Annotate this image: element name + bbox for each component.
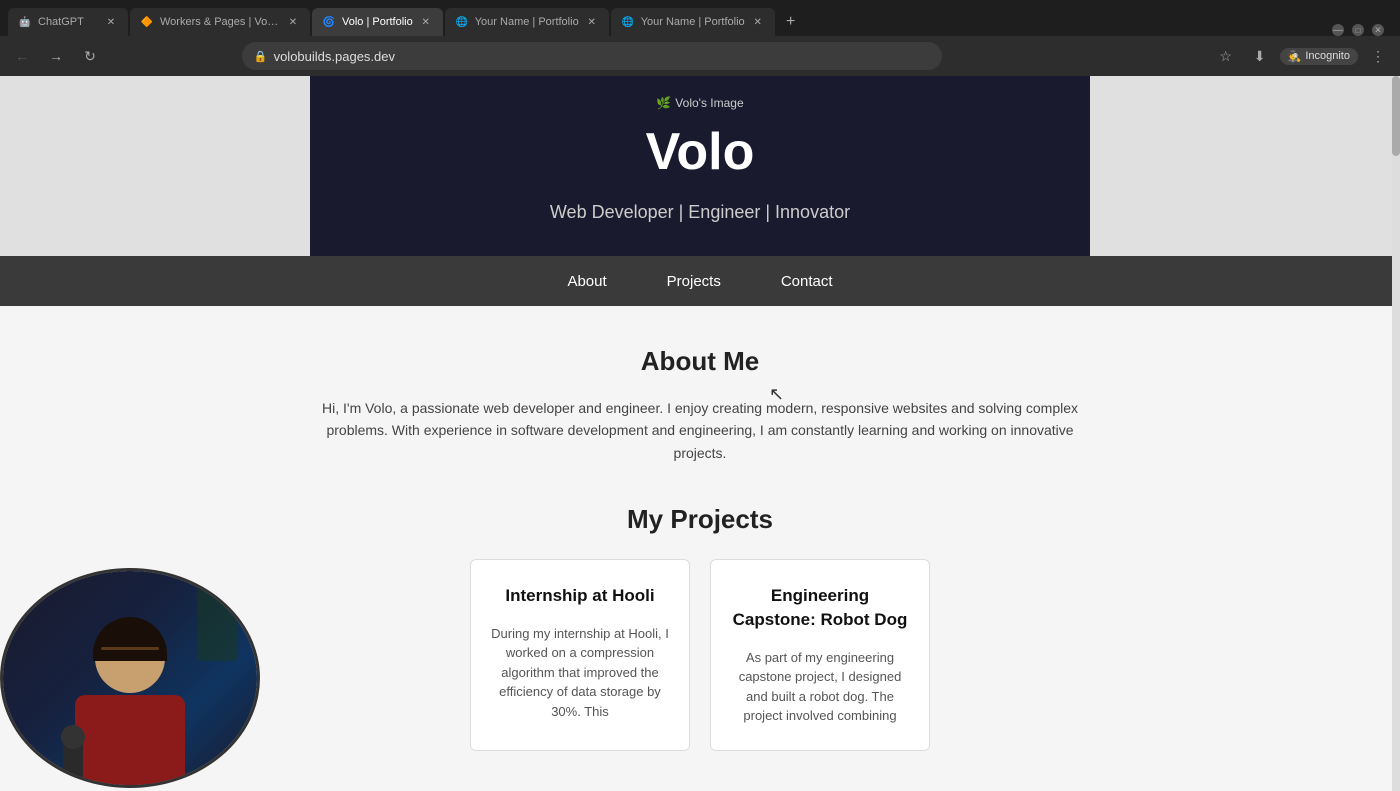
video-feed — [3, 571, 257, 785]
project-card-robot-dog: Engineering Capstone: Robot Dog As part … — [710, 559, 930, 751]
tab-chatgpt[interactable]: 🤖 ChatGPT ✕ — [8, 8, 128, 36]
incognito-indicator: 🕵 Incognito — [1280, 48, 1358, 65]
microphone — [63, 735, 83, 785]
tab-yourname1-close[interactable]: ✕ — [585, 15, 599, 29]
bg-plant — [197, 581, 237, 661]
hero-image-label: 🌿 Volo's Image — [656, 96, 743, 110]
project-hooli-title: Internship at Hooli — [491, 584, 669, 608]
tab-your-name-1[interactable]: 🌐 Your Name | Portfolio ✕ — [445, 8, 609, 36]
forward-button[interactable]: → — [42, 42, 70, 70]
yourname2-favicon: 🌐 — [621, 15, 635, 29]
address-bar: ← → ↻ 🔒 volobuilds.pages.dev ☆ ⬇ 🕵 Incog… — [0, 36, 1400, 76]
incognito-label: Incognito — [1305, 50, 1350, 62]
project-robot-title: Engineering Capstone: Robot Dog — [731, 584, 909, 632]
tab-workers-close[interactable]: ✕ — [286, 15, 300, 29]
tab-bar: 🤖 ChatGPT ✕ 🔶 Workers & Pages | Volobuil… — [0, 0, 1400, 36]
scrollbar-thumb[interactable] — [1392, 76, 1400, 156]
about-title: About Me — [320, 346, 1080, 377]
tab-yourname2-close[interactable]: ✕ — [751, 15, 765, 29]
tab-workers[interactable]: 🔶 Workers & Pages | Volobuilds2... ✕ — [130, 8, 310, 36]
tab-volo-close[interactable]: ✕ — [419, 15, 433, 29]
hero-title: Volo — [646, 122, 755, 182]
workers-favicon: 🔶 — [140, 15, 154, 29]
nav-contact-link[interactable]: Contact — [781, 273, 833, 290]
project-hooli-text: During my internship at Hooli, I worked … — [491, 624, 669, 722]
chatgpt-favicon: 🤖 — [18, 15, 32, 29]
back-button[interactable]: ← — [8, 42, 36, 70]
tab-workers-title: Workers & Pages | Volobuilds2... — [160, 16, 280, 28]
tab-volo-portfolio[interactable]: 🌀 Volo | Portfolio ✕ — [312, 8, 443, 36]
person-body — [75, 695, 185, 785]
hero-right-side — [1090, 76, 1400, 256]
url-text: volobuilds.pages.dev — [274, 49, 395, 64]
tab-yourname2-title: Your Name | Portfolio — [641, 16, 745, 28]
project-robot-text: As part of my engineering capstone proje… — [731, 648, 909, 726]
minimize-button[interactable]: — — [1332, 24, 1344, 36]
address-bar-actions: ☆ ⬇ 🕵 Incognito ⋮ — [1212, 42, 1392, 70]
restore-button[interactable]: □ — [1352, 24, 1364, 36]
tab-volo-title: Volo | Portfolio — [342, 16, 413, 28]
new-tab-button[interactable]: + — [777, 8, 805, 36]
volo-favicon: 🌀 — [322, 15, 336, 29]
download-button[interactable]: ⬇ — [1246, 42, 1274, 70]
nav-about-link[interactable]: About — [567, 273, 606, 290]
hero-image-text: Volo's Image — [675, 96, 743, 110]
page-scrollbar[interactable] — [1392, 76, 1400, 791]
eyebrow-right — [129, 647, 159, 650]
about-text: Hi, I'm Volo, a passionate web developer… — [320, 397, 1080, 464]
close-window-button[interactable]: ✕ — [1372, 24, 1384, 36]
incognito-icon: 🕵 — [1288, 50, 1302, 63]
menu-button[interactable]: ⋮ — [1364, 42, 1392, 70]
mic-head — [61, 725, 85, 749]
url-bar[interactable]: 🔒 volobuilds.pages.dev — [242, 42, 942, 70]
tab-your-name-2[interactable]: 🌐 Your Name | Portfolio ✕ — [611, 8, 775, 36]
project-card-hooli: Internship at Hooli During my internship… — [470, 559, 690, 751]
person-hair — [93, 617, 167, 661]
window-controls: — □ ✕ — [1332, 24, 1392, 36]
tab-yourname1-title: Your Name | Portfolio — [475, 16, 579, 28]
reload-button[interactable]: ↻ — [76, 42, 104, 70]
tab-chatgpt-close[interactable]: ✕ — [104, 15, 118, 29]
nav-projects-link[interactable]: Projects — [667, 273, 721, 290]
volo-image-icon: 🌿 — [656, 96, 671, 110]
browser-chrome: 🤖 ChatGPT ✕ 🔶 Workers & Pages | Volobuil… — [0, 0, 1400, 76]
yourname1-favicon: 🌐 — [455, 15, 469, 29]
hero-left-side — [0, 76, 310, 256]
video-head — [95, 623, 165, 693]
hero-inner: 🌿 Volo's Image Volo Web Developer | Engi… — [350, 96, 1050, 223]
eyebrow-left — [101, 647, 131, 650]
hero-subtitle: Web Developer | Engineer | Innovator — [550, 202, 850, 223]
tab-chatgpt-title: ChatGPT — [38, 16, 98, 28]
hero-container: 🌿 Volo's Image Volo Web Developer | Engi… — [0, 76, 1400, 256]
lock-icon: 🔒 — [254, 50, 268, 63]
hero-section: 🌿 Volo's Image Volo Web Developer | Engi… — [310, 76, 1090, 256]
about-section: About Me Hi, I'm Volo, a passionate web … — [320, 346, 1080, 464]
bookmark-button[interactable]: ☆ — [1212, 42, 1240, 70]
projects-title: My Projects — [20, 504, 1380, 535]
navigation-bar: About Projects Contact — [0, 256, 1400, 306]
webcam-overlay — [0, 568, 260, 788]
